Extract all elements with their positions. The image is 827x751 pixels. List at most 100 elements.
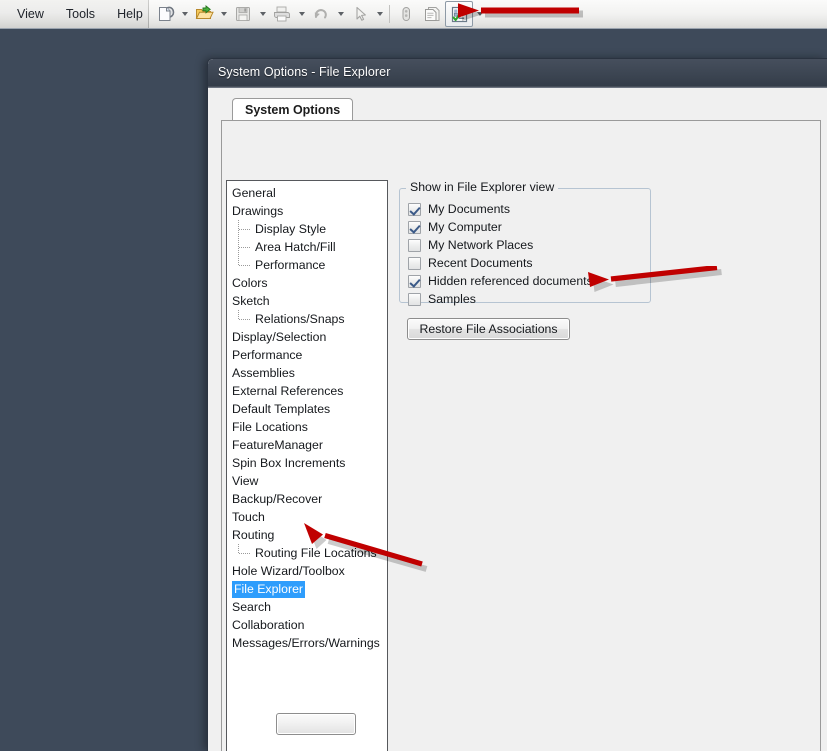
- tree-connector-line: [238, 544, 252, 562]
- tree-item-label: Touch: [232, 510, 265, 524]
- tree-item-spin-box-increments[interactable]: Spin Box Increments: [227, 454, 387, 472]
- tree-item-label: External References: [232, 384, 344, 398]
- tree-item-view[interactable]: View: [227, 472, 387, 490]
- undo-button[interactable]: [308, 2, 334, 26]
- tree-item-collaboration[interactable]: Collaboration: [227, 616, 387, 634]
- tree-item-default-templates[interactable]: Default Templates: [227, 400, 387, 418]
- checkbox-label: Recent Documents: [428, 256, 533, 270]
- tabstrip: System Options: [221, 98, 821, 121]
- checkbox-my-documents[interactable]: [408, 202, 421, 216]
- open-document-dropdown-caret[interactable]: [217, 2, 230, 26]
- tree-item-external-references[interactable]: External References: [227, 382, 387, 400]
- tree-item-backup-recover[interactable]: Backup/Recover: [227, 490, 387, 508]
- tree-item-assemblies[interactable]: Assemblies: [227, 364, 387, 382]
- options-tree-list[interactable]: General Drawings Display Style Area Hatch/F…: [226, 180, 388, 751]
- undo-dropdown-caret[interactable]: [334, 2, 347, 26]
- tree-item-label: Performance: [255, 258, 326, 272]
- checkbox-row-my-network-places[interactable]: My Network Places: [408, 236, 533, 254]
- tree-item-label: Messages/Errors/Warnings: [232, 636, 380, 650]
- checkbox-row-samples[interactable]: Samples: [408, 290, 476, 308]
- checkbox-hidden-referenced-documents[interactable]: [408, 274, 421, 288]
- tree-item-display-selection[interactable]: Display/Selection: [227, 328, 387, 346]
- checkbox-samples[interactable]: [408, 292, 421, 306]
- rebuild-button[interactable]: [393, 2, 419, 26]
- new-document-button[interactable]: [152, 2, 178, 26]
- checkbox-label: My Documents: [428, 202, 511, 216]
- tree-connector-line: [238, 238, 252, 256]
- menu-item-view[interactable]: View: [6, 4, 55, 24]
- tree-item-label: Spin Box Increments: [232, 456, 346, 470]
- tree-item-messages-errors-warnings[interactable]: Messages/Errors/Warnings: [227, 634, 387, 652]
- tree-item-hole-wizard-toolbox[interactable]: Hole Wizard/Toolbox: [227, 562, 387, 580]
- dialog-title: System Options - File Explorer: [218, 65, 391, 79]
- tree-item-featuremanager[interactable]: FeatureManager: [227, 436, 387, 454]
- tree-item-label: Default Templates: [232, 402, 331, 416]
- tree-connector-line: [238, 310, 252, 328]
- tree-item-relations-snaps[interactable]: Relations/Snaps: [227, 310, 387, 328]
- checkbox-recent-documents[interactable]: [408, 256, 421, 270]
- tree-item-label: Assemblies: [232, 366, 295, 380]
- tree-item-label: Sketch: [232, 294, 270, 308]
- dialog-bottom-button[interactable]: [276, 713, 356, 735]
- tree-item-routing[interactable]: Routing: [227, 526, 387, 544]
- tree-item-label: File Explorer: [232, 581, 306, 598]
- dialog-titlebar[interactable]: System Options - File Explorer: [208, 59, 827, 87]
- tree-item-label: Colors: [232, 276, 268, 290]
- tree-item-performance[interactable]: Performance: [227, 346, 387, 364]
- checkbox-label: Samples: [428, 292, 476, 306]
- checkbox-row-recent-documents[interactable]: Recent Documents: [408, 254, 533, 272]
- checkbox-row-my-documents[interactable]: My Documents: [408, 200, 510, 218]
- select-dropdown-caret[interactable]: [373, 2, 386, 26]
- restore-file-associations-button[interactable]: Restore File Associations: [407, 318, 570, 340]
- save-dropdown-caret[interactable]: [256, 2, 269, 26]
- checkbox-label: Hidden referenced documents: [428, 274, 593, 288]
- groupbox-legend: Show in File Explorer view: [406, 180, 559, 194]
- checkbox-label: My Network Places: [428, 238, 534, 252]
- tree-item-drawings[interactable]: Drawings: [227, 202, 387, 220]
- tree-item-general[interactable]: General: [227, 184, 387, 202]
- tree-item-label: Routing File Locations: [255, 546, 377, 560]
- tree-item-label: Backup/Recover: [232, 492, 323, 506]
- tree-item-label: Display Style: [255, 222, 327, 236]
- system-options-dialog: System Options - File Explorer System Op…: [207, 58, 827, 751]
- menu-item-help[interactable]: Help: [106, 4, 154, 24]
- tree-connector-line: [238, 220, 252, 238]
- tree-item-sketch[interactable]: Sketch: [227, 292, 387, 310]
- tree-item-label: FeatureManager: [232, 438, 323, 452]
- tree-item-file-explorer[interactable]: File Explorer: [227, 580, 387, 598]
- print-dropdown-caret[interactable]: [295, 2, 308, 26]
- tree-item-label: Relations/Snaps: [255, 312, 345, 326]
- file-properties-button[interactable]: [419, 2, 445, 26]
- menu-item-tools[interactable]: Tools: [55, 4, 106, 24]
- save-button[interactable]: [230, 2, 256, 26]
- select-button[interactable]: [347, 2, 373, 26]
- toolbar: [152, 0, 486, 28]
- tree-item-label: File Locations: [232, 420, 308, 434]
- tree-item-performance[interactable]: Performance: [227, 256, 387, 274]
- tree-item-label: Hole Wizard/Toolbox: [232, 564, 345, 578]
- tree-item-search[interactable]: Search: [227, 598, 387, 616]
- tree-item-area-hatch-fill[interactable]: Area Hatch/Fill: [227, 238, 387, 256]
- checkbox-my-network-places[interactable]: [408, 238, 421, 252]
- options-button[interactable]: [445, 1, 473, 27]
- menubar-divider: [148, 0, 149, 28]
- tree-item-colors[interactable]: Colors: [227, 274, 387, 292]
- tree-item-display-style[interactable]: Display Style: [227, 220, 387, 238]
- checkbox-row-hidden-referenced-documents[interactable]: Hidden referenced documents: [408, 272, 593, 290]
- tree-item-touch[interactable]: Touch: [227, 508, 387, 526]
- tree-item-label: Drawings: [232, 204, 284, 218]
- tree-item-label: Performance: [232, 348, 303, 362]
- checkbox-label: My Computer: [428, 220, 502, 234]
- new-document-dropdown-caret[interactable]: [178, 2, 191, 26]
- dialog-body: System Options General Drawings Display St…: [208, 87, 827, 751]
- checkbox-my-computer[interactable]: [408, 220, 421, 234]
- tree-item-file-locations[interactable]: File Locations: [227, 418, 387, 436]
- checkbox-row-my-computer[interactable]: My Computer: [408, 218, 502, 236]
- tree-item-label: Collaboration: [232, 618, 305, 632]
- open-document-button[interactable]: [191, 2, 217, 26]
- tree-item-routing-file-locations[interactable]: Routing File Locations: [227, 544, 387, 562]
- tree-item-label: Area Hatch/Fill: [255, 240, 336, 254]
- options-dropdown-caret[interactable]: [473, 2, 486, 26]
- print-button[interactable]: [269, 2, 295, 26]
- tab-system-options[interactable]: System Options: [232, 98, 354, 121]
